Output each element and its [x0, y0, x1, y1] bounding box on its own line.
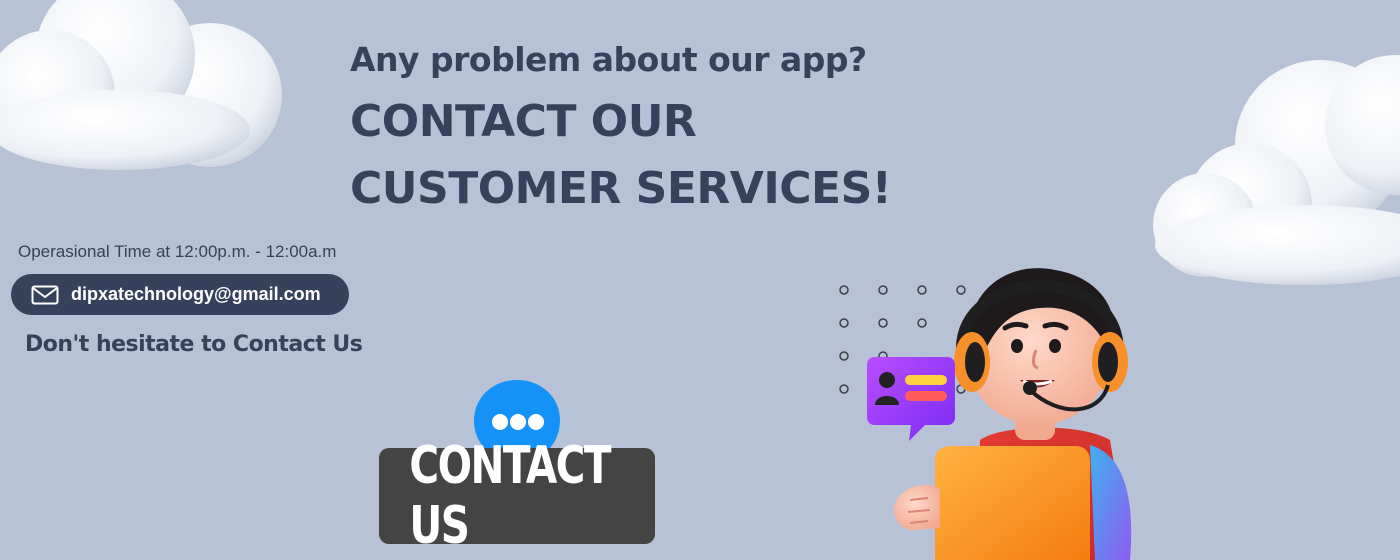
- email-badge[interactable]: dipxatechnology@gmail.com: [11, 274, 349, 315]
- headline-question: Any problem about our app?: [350, 40, 867, 79]
- mail-envelope-icon: [31, 285, 59, 304]
- profile-card-bubble-icon: [867, 357, 955, 441]
- operational-time-text: Operasional Time at 12:00p.m. - 12:00a.m: [18, 242, 337, 261]
- headline-line-2: CUSTOMER SERVICES!: [350, 163, 892, 214]
- cloud-right-decoration: [1153, 55, 1400, 285]
- contact-tagline: Don't hesitate to Contact Us: [25, 332, 363, 357]
- email-address: dipxatechnology@gmail.com: [71, 284, 321, 304]
- cloud-left-decoration: [0, 0, 282, 170]
- contact-us-button[interactable]: CONTACT US: [379, 436, 655, 556]
- headline-line-1: CONTACT OUR: [350, 96, 697, 147]
- contact-us-button-label: CONTACT US: [409, 436, 611, 556]
- headline-title: CONTACT OUR CUSTOMER SERVICES!: [350, 88, 892, 222]
